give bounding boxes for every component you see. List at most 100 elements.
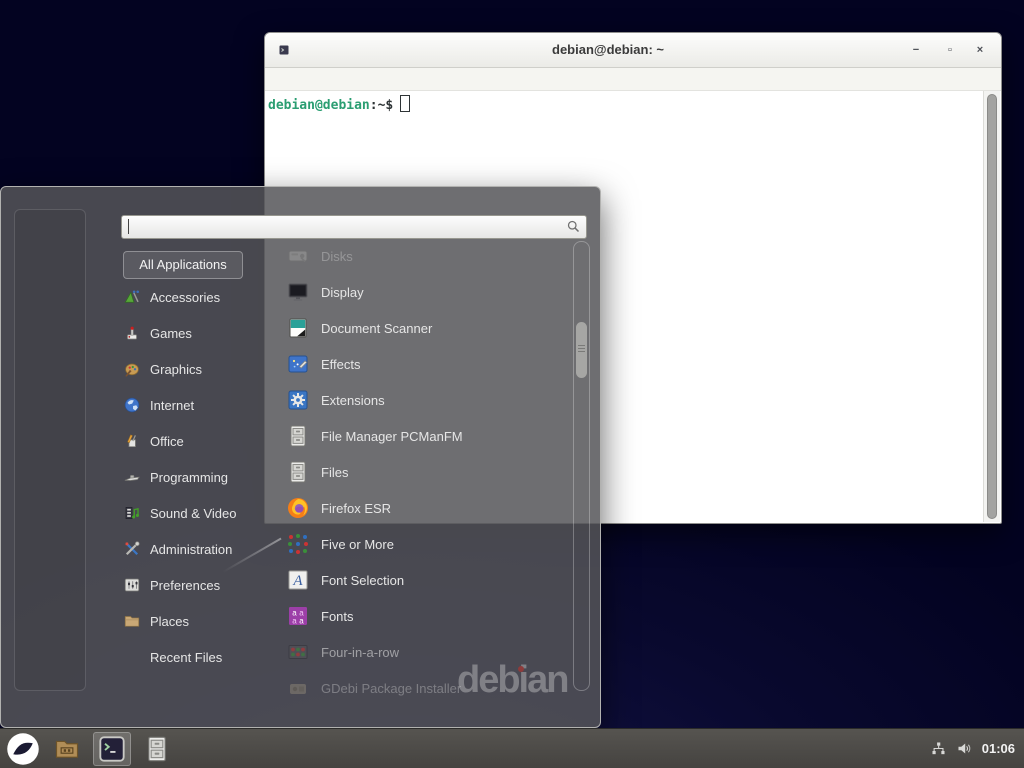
application-label: Five or More <box>321 537 394 552</box>
prompt-user-host: debian@debian <box>268 98 370 113</box>
application-icon: A <box>286 568 310 592</box>
launcher-icon <box>53 735 81 763</box>
application-icon <box>286 460 310 484</box>
application-item[interactable]: Extensions <box>286 382 570 418</box>
close-button[interactable]: × <box>969 39 991 61</box>
launcher-icon <box>143 735 171 763</box>
menu-button[interactable] <box>5 731 41 767</box>
category-icon <box>123 396 141 414</box>
application-item[interactable]: File Manager PCManFM <box>286 418 570 454</box>
launcher-icon <box>98 735 126 763</box>
category-label: Office <box>150 434 184 449</box>
category-label: Programming <box>150 470 228 485</box>
favorite-mixer[interactable] <box>30 282 70 322</box>
category-label: Preferences <box>150 578 220 593</box>
search-icon <box>566 219 581 234</box>
svg-text:a: a <box>299 617 304 626</box>
category-icon <box>123 324 141 342</box>
favorite-file-manager[interactable] <box>30 438 70 478</box>
minimize-button[interactable]: − <box>905 39 927 61</box>
category-label: Accessories <box>150 290 220 305</box>
launcher-file-manager[interactable] <box>138 732 176 766</box>
favorites-column <box>14 209 86 691</box>
application-item[interactable]: Five or More <box>286 526 570 562</box>
application-item[interactable]: Disks <box>286 238 570 274</box>
terminal-scrollbar[interactable] <box>983 91 1000 522</box>
category-icon <box>123 612 141 630</box>
application-item[interactable]: A Font Selection <box>286 562 570 598</box>
category-label: Sound & Video <box>150 506 237 521</box>
category-item[interactable]: Administration <box>123 531 273 567</box>
clock[interactable]: 01:06 <box>982 741 1015 756</box>
svg-text:A: A <box>292 573 303 589</box>
favorite-pidgin[interactable] <box>30 334 70 374</box>
favorite-terminal[interactable] <box>30 386 70 426</box>
applications-list: Disks Display Document Scanner Effects E… <box>286 238 570 696</box>
category-icon <box>123 360 141 378</box>
favorite-log-out[interactable] <box>30 596 70 636</box>
application-icon <box>286 316 310 340</box>
category-item[interactable]: Recent Files <box>123 639 273 675</box>
application-icon <box>286 388 310 412</box>
launcher-desktop-folder[interactable] <box>48 732 86 766</box>
terminal-titlebar[interactable]: debian@debian: ~ − ▫ × <box>265 33 1001 68</box>
application-item[interactable]: Firefox ESR <box>286 490 570 526</box>
category-label: Graphics <box>150 362 202 377</box>
category-icon <box>123 576 141 594</box>
application-label: GDebi Package Installer <box>321 681 461 696</box>
application-icon <box>286 280 310 304</box>
category-item[interactable]: Sound & Video <box>123 495 273 531</box>
application-icon <box>286 532 310 556</box>
application-label: Font Selection <box>321 573 404 588</box>
application-menu: All Applications Accessories Games Graph… <box>0 186 601 728</box>
terminal-cursor <box>400 95 410 112</box>
application-label: Disks <box>321 249 353 264</box>
favorite-lock-screen[interactable] <box>30 544 70 584</box>
category-label: Recent Files <box>150 650 222 665</box>
application-icon <box>286 676 310 696</box>
network-icon[interactable] <box>930 740 947 757</box>
category-icon <box>123 288 141 306</box>
category-item[interactable]: Graphics <box>123 351 273 387</box>
favorite-shut-down[interactable] <box>30 648 70 688</box>
terminal-scrollbar-thumb[interactable] <box>987 94 997 519</box>
menu-scrollbar[interactable] <box>573 241 590 691</box>
application-item[interactable]: Files <box>286 454 570 490</box>
category-label: Internet <box>150 398 194 413</box>
category-item[interactable]: Games <box>123 315 273 351</box>
application-icon <box>286 352 310 376</box>
category-item[interactable]: Office <box>123 423 273 459</box>
search-input[interactable] <box>121 215 587 239</box>
category-item[interactable]: Places <box>123 603 273 639</box>
all-applications-button[interactable]: All Applications <box>123 251 243 279</box>
application-item[interactable]: aaaa Fonts <box>286 598 570 634</box>
category-label: Places <box>150 614 189 629</box>
launcher-area <box>41 732 176 766</box>
category-item[interactable]: Preferences <box>123 567 273 603</box>
application-icon: aaaa <box>286 604 310 628</box>
favorite-firefox[interactable] <box>30 230 70 270</box>
volume-icon[interactable] <box>956 740 973 757</box>
application-item[interactable]: Document Scanner <box>286 310 570 346</box>
menu-scrollbar-thumb[interactable] <box>576 322 587 378</box>
category-item[interactable]: Internet <box>123 387 273 423</box>
category-item[interactable]: Programming <box>123 459 273 495</box>
maximize-button[interactable]: ▫ <box>939 39 961 61</box>
window-title: debian@debian: ~ <box>325 42 891 57</box>
application-label: Document Scanner <box>321 321 432 336</box>
application-label: File Manager PCManFM <box>321 429 463 444</box>
category-item[interactable]: Accessories <box>123 279 273 315</box>
launcher-terminal[interactable] <box>93 732 131 766</box>
application-item[interactable]: Display <box>286 274 570 310</box>
application-label: Fonts <box>321 609 354 624</box>
application-label: Four-in-a-row <box>321 645 399 660</box>
desktop: debian@debian: ~ − ▫ × debian@debian:~$ … <box>0 0 1024 768</box>
svg-text:a: a <box>292 617 297 626</box>
taskbar: 01:06 <box>0 728 1024 768</box>
application-item[interactable]: Effects <box>286 346 570 382</box>
category-icon <box>123 468 141 486</box>
category-icon <box>123 504 141 522</box>
system-tray: 01:06 <box>930 740 1024 757</box>
application-icon <box>286 496 310 520</box>
application-icon <box>286 244 310 268</box>
